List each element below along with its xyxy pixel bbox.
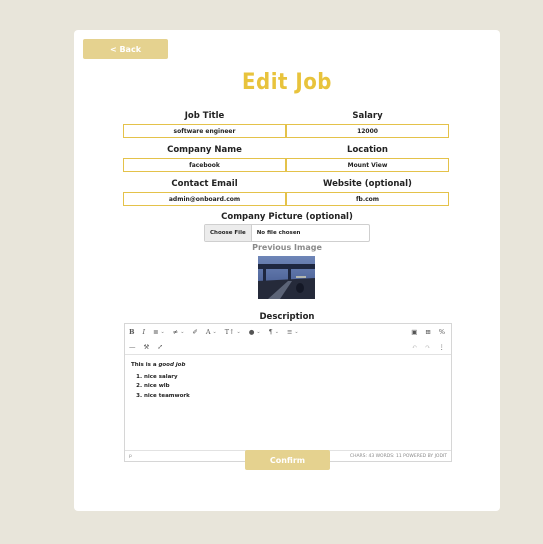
link-icon[interactable]: % <box>435 325 449 339</box>
list-item: nice salary <box>144 374 445 380</box>
intro-emphasis: good job <box>158 362 186 368</box>
choose-file-button[interactable]: Choose File <box>205 225 252 241</box>
list-item: nice teamwork <box>144 393 445 399</box>
undo-icon[interactable]: ↶ <box>408 340 421 354</box>
location-input[interactable]: Mount View <box>286 158 449 172</box>
editor-counts: CHARS: 43 WORDS: 11 POWERED BY JODIT <box>349 453 447 459</box>
align-button[interactable]: ≡ <box>283 325 303 339</box>
back-button[interactable]: < Back <box>83 39 168 59</box>
no-file-chosen-text: No file chosen <box>256 230 301 236</box>
editor-toolbar: B I ≣ ≠ ✐ A T↑ ● ¶ ≡ ▣ ⊞ % — ⚒ ⤢ <box>125 324 451 355</box>
salary-label: Salary <box>352 111 383 121</box>
company-name-input[interactable]: facebook <box>123 158 286 172</box>
previous-image-label: Previous Image <box>252 243 322 252</box>
company-picture-file-input[interactable]: Choose File No file chosen <box>204 224 370 242</box>
intro-text: This is a <box>131 362 159 368</box>
redo-icon[interactable]: ↷ <box>421 340 434 354</box>
job-title-input[interactable]: software engineer <box>123 124 286 138</box>
salary-input[interactable]: 12000 <box>286 124 449 138</box>
editor-path: p <box>129 453 132 459</box>
editor-list: nice salary nice wlb nice teamwork <box>131 374 445 399</box>
bold-button[interactable]: B <box>125 325 139 339</box>
paragraph-button[interactable]: ¶ <box>265 325 283 339</box>
page-title: Edit Job <box>242 70 332 95</box>
description-editor: B I ≣ ≠ ✐ A T↑ ● ¶ ≡ ▣ ⊞ % — ⚒ ⤢ <box>124 323 452 462</box>
eraser-icon[interactable]: ✐ <box>188 325 201 339</box>
fullsize-icon[interactable]: ⤢ <box>153 340 166 354</box>
contact-email-label: Contact Email <box>171 179 238 189</box>
editor-content[interactable]: This is a good job nice salary nice wlb … <box>125 355 451 409</box>
editor-intro-line: This is a good job <box>131 362 445 368</box>
contact-email-input[interactable]: admin@onboard.com <box>123 192 286 206</box>
website-label: Website (optional) <box>323 179 412 189</box>
image-icon[interactable]: ▣ <box>407 325 421 339</box>
company-name-label: Company Name <box>167 145 242 155</box>
location-label: Location <box>347 145 388 155</box>
ordered-list-button[interactable]: ≠ <box>169 325 189 339</box>
table-icon[interactable]: ⊞ <box>421 325 434 339</box>
horizontal-line-icon[interactable]: — <box>125 340 140 354</box>
job-title-label: Job Title <box>184 111 225 121</box>
more-icon[interactable]: ⋮ <box>435 340 450 354</box>
list-item: nice wlb <box>144 383 445 389</box>
unordered-list-button[interactable]: ≣ <box>149 325 169 339</box>
font-button[interactable]: A <box>202 325 221 339</box>
confirm-button[interactable]: Confirm <box>245 450 330 470</box>
edit-job-card: < Back Edit Job Job Title Salary softwar… <box>74 30 500 511</box>
company-picture-label: Company Picture (optional) <box>221 212 353 222</box>
website-input[interactable]: fb.com <box>286 192 449 206</box>
previous-image <box>258 256 315 299</box>
italic-button[interactable]: I <box>139 325 150 339</box>
brush-icon[interactable]: ⚒ <box>140 340 154 354</box>
color-button[interactable]: ● <box>245 325 265 339</box>
description-label: Description <box>259 312 315 322</box>
font-size-button[interactable]: T↑ <box>221 325 245 339</box>
